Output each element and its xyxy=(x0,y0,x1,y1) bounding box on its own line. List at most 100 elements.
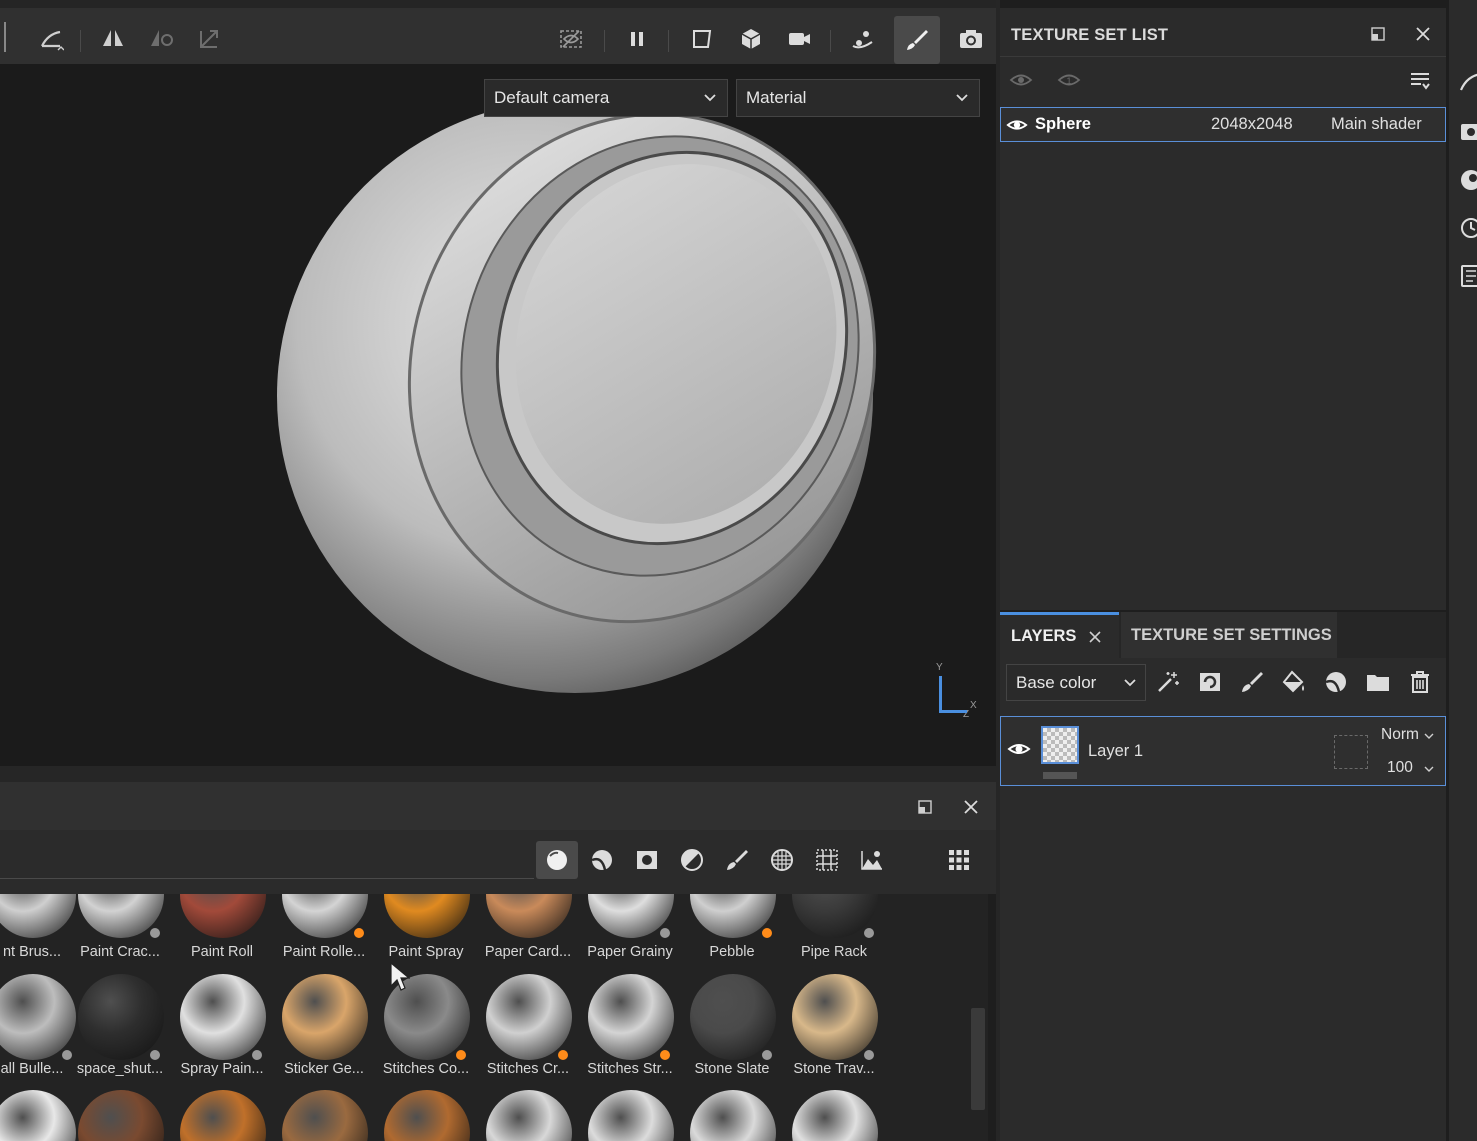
horizontal-splitter[interactable] xyxy=(0,766,996,782)
asset-thumbnail xyxy=(588,1090,674,1141)
solo-eye-icon[interactable]: 1 xyxy=(1057,68,1081,92)
axis-x-line xyxy=(939,710,967,713)
grid-view-icon[interactable] xyxy=(938,841,980,879)
paint-brush-tool-icon[interactable] xyxy=(894,16,940,64)
camera-video-icon[interactable] xyxy=(782,22,816,56)
layer-opacity-value[interactable]: 100 xyxy=(1387,759,1413,777)
add-fill-layer-icon[interactable] xyxy=(1278,666,1310,698)
axis-gizmo: Y X Z xyxy=(930,662,980,722)
display-channel-label: Material xyxy=(746,88,807,107)
float-panel-icon[interactable] xyxy=(918,800,932,814)
3d-viewport[interactable]: Default camera Material Y X Z xyxy=(0,64,996,766)
chevron-down-icon xyxy=(704,94,716,102)
eye-settings-icon[interactable] xyxy=(1009,68,1033,92)
screenshot-camera-icon[interactable] xyxy=(954,22,988,56)
hide-selection-icon[interactable] xyxy=(554,22,588,56)
asset-thumbnail xyxy=(384,1090,470,1141)
asset-label: space_shut... xyxy=(76,1061,164,1077)
mouse-cursor-icon xyxy=(390,962,410,991)
close-icon[interactable] xyxy=(963,799,979,815)
close-icon[interactable] xyxy=(1088,630,1102,644)
shelf-asset-tile[interactable] xyxy=(580,894,680,1141)
eye-icon[interactable] xyxy=(1006,114,1028,136)
layer-row-layer-1[interactable]: Layer 1 Norm 100 xyxy=(1000,716,1446,786)
toolbar-edge xyxy=(0,22,6,52)
add-paint-layer-icon[interactable] xyxy=(1236,666,1268,698)
delete-layer-trash-icon[interactable] xyxy=(1404,666,1436,698)
log-icon[interactable] xyxy=(1459,264,1477,288)
shelf-asset-tile[interactable] xyxy=(478,894,578,1141)
shelf-asset-tile[interactable] xyxy=(784,894,884,1141)
list-menu-icon[interactable] xyxy=(1408,68,1432,92)
asset-label: Stone Slate xyxy=(694,1061,770,1077)
shelf-search-input[interactable] xyxy=(0,849,534,879)
shelf-scrollbar[interactable] xyxy=(971,1008,985,1110)
texture-set-name: Sphere xyxy=(1035,115,1091,133)
filter-brushes-icon[interactable] xyxy=(716,841,758,879)
axis-y-label: Y xyxy=(936,662,943,673)
display-settings-icon[interactable] xyxy=(1459,120,1477,144)
shelf-asset-tile[interactable] xyxy=(274,894,374,1141)
projection-tool-icon[interactable] xyxy=(846,22,880,56)
mirror-icon[interactable] xyxy=(96,22,130,56)
asset-type-badge-icon xyxy=(660,1050,670,1060)
filter-alphas-icon[interactable] xyxy=(761,841,803,879)
tab-texture-set-settings[interactable]: TEXTURE SET SETTINGS xyxy=(1121,612,1337,658)
display-channel-dropdown[interactable]: Material xyxy=(736,79,980,117)
asset-thumbnail xyxy=(282,1090,368,1141)
close-icon[interactable] xyxy=(1415,26,1431,42)
add-mask-icon[interactable] xyxy=(1194,666,1226,698)
viewport-toolbar xyxy=(0,0,996,64)
transform-icon[interactable] xyxy=(192,22,226,56)
add-smart-material-icon[interactable] xyxy=(1320,666,1352,698)
camera-dropdown-label: Default camera xyxy=(494,88,610,107)
asset-type-badge-icon xyxy=(252,1050,262,1060)
camera-dropdown[interactable]: Default camera xyxy=(484,79,728,117)
svg-text:1: 1 xyxy=(1066,76,1071,86)
asset-type-badge-icon xyxy=(456,1050,466,1060)
axis-x-label: X xyxy=(970,700,977,711)
add-effect-wand-icon[interactable] xyxy=(1152,666,1184,698)
texture-set-resolution: 2048x2048 xyxy=(1211,115,1293,133)
float-panel-icon[interactable] xyxy=(1371,27,1385,41)
chevron-down-icon xyxy=(1124,679,1136,687)
layer-channel-dropdown[interactable]: Base color xyxy=(1006,664,1146,701)
asset-label: Stitches Str... xyxy=(587,1061,673,1077)
filter-smart-masks-icon[interactable] xyxy=(626,841,668,879)
brush-settings-icon[interactable] xyxy=(1459,70,1477,94)
layer-name[interactable]: Layer 1 xyxy=(1088,742,1143,761)
symmetry-curve-icon[interactable] xyxy=(34,22,68,56)
shelf-asset-tile[interactable] xyxy=(172,894,272,1141)
texture-set-row-sphere[interactable]: Sphere 2048x2048 Main shader xyxy=(1000,107,1446,142)
filter-procedurals-icon[interactable] xyxy=(806,841,848,879)
filter-environments-icon[interactable] xyxy=(851,841,893,879)
filter-filters-icon[interactable] xyxy=(671,841,713,879)
layer-visibility-eye-icon[interactable] xyxy=(1007,737,1031,761)
blend-mode-dropdown[interactable]: Norm xyxy=(1381,726,1419,744)
asset-thumbnail xyxy=(78,1090,164,1141)
shelf-asset-grid: nt Brus... Paint Crac... Paint Roll Paint R… xyxy=(0,894,988,1141)
chevron-down-icon xyxy=(1424,733,1434,739)
asset-type-badge-icon xyxy=(762,1050,772,1060)
history-icon[interactable] xyxy=(1459,216,1477,240)
view-3d-cube-icon[interactable] xyxy=(734,22,768,56)
texture-set-list-panel xyxy=(1000,8,1446,610)
texture-set-list-title: TEXTURE SET LIST xyxy=(1011,26,1169,44)
shelf-asset-tile[interactable] xyxy=(682,894,782,1141)
viewer-settings-icon[interactable] xyxy=(1459,168,1477,192)
asset-label: Stitches Cr... xyxy=(486,1061,570,1077)
filter-materials-icon[interactable] xyxy=(536,841,578,879)
asset-thumbnail xyxy=(486,1090,572,1141)
add-folder-icon[interactable] xyxy=(1362,666,1394,698)
tab-layers[interactable]: LAYERS xyxy=(1000,612,1119,658)
shelf-asset-tile[interactable] xyxy=(70,894,170,1141)
pause-icon[interactable] xyxy=(620,22,654,56)
view-2d-icon[interactable] xyxy=(686,22,720,56)
asset-type-badge-icon xyxy=(558,1050,568,1060)
mirror-settings-icon[interactable] xyxy=(144,22,178,56)
asset-type-badge-icon xyxy=(864,1050,874,1060)
asset-label: Stone Trav... xyxy=(793,1061,875,1077)
filter-smart-materials-icon[interactable] xyxy=(581,841,623,879)
layer-mask-slot[interactable] xyxy=(1334,735,1368,769)
layer-thumbnail[interactable] xyxy=(1041,726,1079,764)
